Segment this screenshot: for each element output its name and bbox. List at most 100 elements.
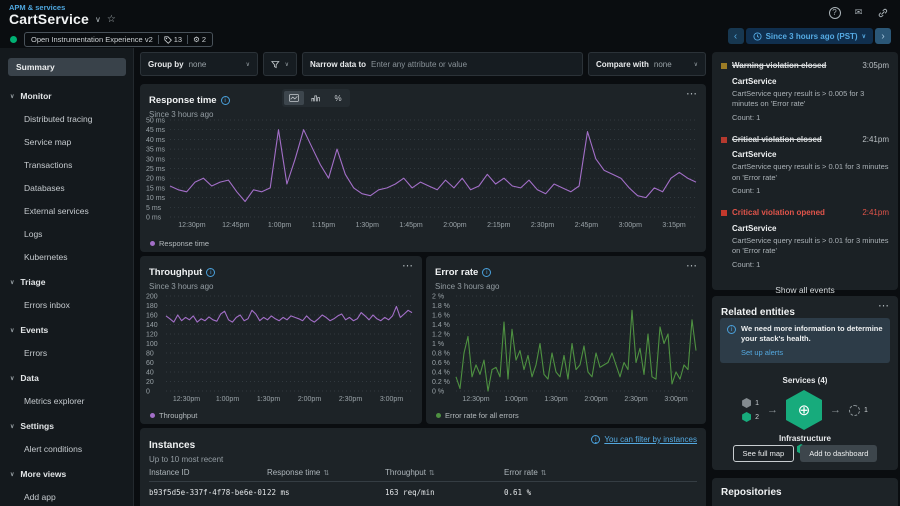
- group-by-value: none: [189, 60, 207, 69]
- sidebar-item-logs[interactable]: Logs: [24, 229, 133, 239]
- svg-text:2:00pm: 2:00pm: [584, 396, 608, 403]
- event-item[interactable]: Warning violation closed 3:05pm CartServ…: [721, 61, 889, 122]
- set-up-alerts-link[interactable]: Set up alerts: [741, 348, 883, 357]
- event-entity-link[interactable]: CartService: [732, 150, 889, 159]
- time-range-button[interactable]: Since 3 hours ago (PST) ∨: [746, 28, 873, 44]
- line-chart-toggle[interactable]: [284, 91, 304, 105]
- sidebar-item-add-app[interactable]: Add app: [24, 492, 133, 502]
- sidebar-group-monitor[interactable]: ∨Monitor: [10, 91, 133, 101]
- instances-card: Instances Up to 10 most recent i You can…: [140, 428, 706, 506]
- chart-legend[interactable]: Throughput: [150, 411, 197, 420]
- card-menu-button[interactable]: ⋯: [686, 87, 698, 100]
- svg-text:1:30pm: 1:30pm: [257, 396, 281, 403]
- chart-legend[interactable]: Error rate for all errors: [436, 411, 519, 420]
- show-all-events-link[interactable]: Show all events: [721, 285, 889, 295]
- chart-type-toggles: %: [282, 89, 350, 107]
- arrow-right-icon: →: [767, 404, 778, 416]
- response-time-chart[interactable]: 50 ms45 ms40 ms35 ms30 ms25 ms20 ms15 ms…: [144, 116, 702, 230]
- sidebar-item-external-services[interactable]: External services: [24, 206, 133, 216]
- help-button[interactable]: ?: [827, 5, 842, 20]
- inbox-button[interactable]: ✉: [851, 5, 866, 20]
- col-response-time[interactable]: Response time⇅: [267, 468, 385, 477]
- sidebar-group-data[interactable]: ∨ Data: [10, 373, 133, 383]
- time-back-button[interactable]: ‹: [728, 28, 744, 44]
- info-icon[interactable]: i: [221, 96, 230, 105]
- sidebar-group-more-views[interactable]: ∨More views: [10, 469, 133, 479]
- sidebar-group-triage[interactable]: ∨Triage: [10, 277, 133, 287]
- group-label: Triage: [20, 277, 45, 287]
- compare-with-dropdown[interactable]: Compare with none ∨: [588, 52, 706, 76]
- svg-text:40: 40: [146, 370, 154, 377]
- event-entity-link[interactable]: CartService: [732, 224, 889, 233]
- narrow-data-input[interactable]: [371, 60, 575, 69]
- sidebar-item-errors[interactable]: Errors: [24, 348, 133, 358]
- card-menu-button[interactable]: ⋯: [686, 259, 698, 272]
- sidebar-item-distributed-tracing[interactable]: Distributed tracing: [24, 114, 133, 124]
- sidebar-group-settings[interactable]: ∨Settings: [10, 421, 133, 431]
- chart-legend[interactable]: Response time: [150, 239, 209, 248]
- see-full-map-button[interactable]: See full map: [733, 445, 795, 462]
- group-label: More views: [20, 469, 66, 479]
- filter-bar: Group by none ∨ ∨ Narrow data to Compare…: [140, 52, 706, 76]
- svg-text:2:30pm: 2:30pm: [531, 222, 555, 229]
- svg-text:1.2 %: 1.2 %: [432, 332, 450, 339]
- sidebar-item-service-map[interactable]: Service map: [24, 137, 133, 147]
- count: 1: [755, 400, 759, 407]
- event-time: 3:05pm: [862, 61, 889, 70]
- share-button[interactable]: [875, 5, 890, 20]
- group-label: Data: [20, 373, 38, 383]
- chevron-down-icon: ∨: [862, 33, 866, 40]
- svg-text:15 ms: 15 ms: [146, 185, 166, 192]
- sidebar-item-errors-inbox[interactable]: Errors inbox: [24, 300, 133, 310]
- tag-icon: [164, 36, 172, 44]
- sidebar-item-summary[interactable]: Summary: [8, 58, 126, 76]
- svg-text:100: 100: [146, 341, 158, 348]
- col-instance-id[interactable]: Instance ID: [149, 468, 267, 477]
- svg-text:1.4 %: 1.4 %: [432, 322, 450, 329]
- instances-subtitle: Up to 10 most recent: [149, 455, 706, 464]
- chart-title: Throughput: [149, 267, 202, 278]
- cell-instance-id[interactable]: b93f5d5e-337f-4f78-be6e-01b005ed...: [149, 488, 267, 497]
- info-icon[interactable]: i: [206, 268, 215, 277]
- error-rate-chart[interactable]: 2 %1.8 %1.6 %1.4 %1.2 %1 %0.8 %0.6 %0.4 …: [430, 292, 702, 404]
- table-row[interactable]: b93f5d5e-337f-4f78-be6e-01b005ed... 22 m…: [149, 482, 697, 502]
- svg-text:2:00pm: 2:00pm: [443, 222, 467, 229]
- favorite-star-icon[interactable]: ☆: [107, 14, 116, 25]
- sidebar-item-metrics-explorer[interactable]: Metrics explorer: [24, 396, 133, 406]
- group-by-dropdown[interactable]: Group by none ∨: [140, 52, 258, 76]
- svg-text:1 %: 1 %: [432, 341, 444, 348]
- narrow-data-box[interactable]: Narrow data to: [302, 52, 583, 76]
- event-item[interactable]: Critical violation closed 2:41pm CartSer…: [721, 135, 889, 196]
- percentile-toggle[interactable]: %: [328, 91, 348, 105]
- filter-by-instances-link[interactable]: i You can filter by instances: [591, 435, 697, 444]
- svg-text:20 ms: 20 ms: [146, 176, 166, 183]
- cell-error-rate: 0.61 %: [504, 488, 697, 497]
- time-forward-button[interactable]: ›: [875, 28, 891, 44]
- col-throughput[interactable]: Throughput⇅: [385, 468, 504, 477]
- card-menu-button[interactable]: ⋯: [878, 299, 890, 312]
- filter-funnel-button[interactable]: ∨: [263, 52, 297, 76]
- chevron-down-icon: ∨: [10, 327, 14, 334]
- chevron-down-icon: ∨: [10, 375, 14, 382]
- sidebar-item-kubernetes[interactable]: Kubernetes: [24, 252, 133, 262]
- service-hexagon[interactable]: ⊕: [786, 390, 822, 430]
- sidebar-group-events[interactable]: ∨Events: [10, 325, 133, 335]
- related-title: Related entities: [721, 307, 795, 318]
- svg-text:1.6 %: 1.6 %: [432, 313, 450, 320]
- instrumentation-badge[interactable]: Open Instrumentation Experience v2 13 ⚙ …: [24, 32, 213, 47]
- chevron-down-icon: ∨: [10, 423, 14, 430]
- add-to-dashboard-button[interactable]: Add to dashboard: [800, 445, 877, 462]
- sidebar-item-alert-conditions[interactable]: Alert conditions: [24, 444, 133, 454]
- sidebar-item-transactions[interactable]: Transactions: [24, 160, 133, 170]
- histogram-toggle[interactable]: [306, 91, 326, 105]
- event-item[interactable]: Critical violation opened 2:41pm CartSer…: [721, 208, 889, 269]
- col-error-rate[interactable]: Error rate⇅: [504, 468, 697, 477]
- svg-text:120: 120: [146, 332, 158, 339]
- card-menu-button[interactable]: ⋯: [402, 259, 414, 272]
- throughput-chart[interactable]: 20018016014012010080604020012:30pm1:00pm…: [144, 292, 418, 404]
- info-icon[interactable]: i: [482, 268, 491, 277]
- title-caret-icon[interactable]: ∨: [95, 15, 101, 24]
- sidebar-item-databases[interactable]: Databases: [24, 183, 133, 193]
- event-entity-link[interactable]: CartService: [732, 77, 889, 86]
- repositories-card: Repositories: [712, 478, 898, 506]
